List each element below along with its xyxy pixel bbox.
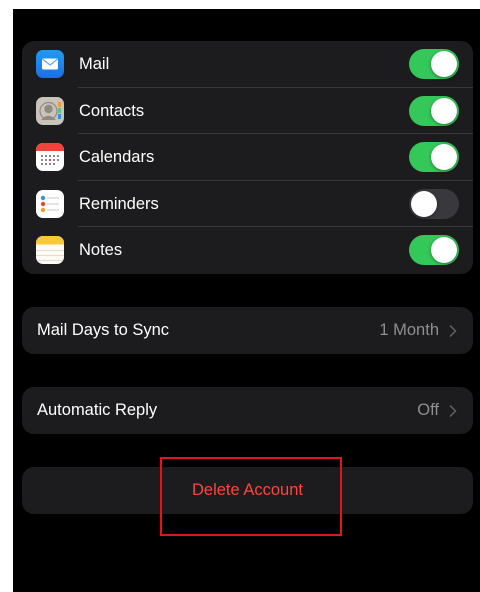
sync-value: 1 Month [379,321,439,339]
service-row-mail: Mail [22,41,473,88]
notes-toggle[interactable] [409,235,459,266]
service-label-mail: Mail [79,55,110,73]
toggle-knob [431,237,457,264]
services-group: Mail Contacts Calendars Reminders Notes [22,41,473,274]
settings-screen: Mail Contacts Calendars Reminders Notes … [13,9,480,592]
mail-toggle[interactable] [409,49,459,79]
service-label-notes: Notes [79,241,123,260]
delete-account-group: Delete Account [22,467,473,514]
mail-days-to-sync-row[interactable]: Mail Days to Sync 1 Month [22,307,473,354]
chevron-right-icon [449,325,457,337]
reminders-icon [36,189,64,218]
toggle-knob [411,190,437,217]
calendars-toggle[interactable] [409,142,459,173]
chevron-right-icon [449,405,457,417]
automatic-reply-row[interactable]: Automatic Reply Off [22,387,473,434]
service-row-reminders: Reminders [22,181,473,228]
reply-value: Off [417,401,439,419]
calendar-icon [36,143,64,172]
toggle-knob [431,51,457,77]
notes-icon [36,236,64,265]
mail-icon [36,50,64,78]
service-label-calendars: Calendars [79,148,155,167]
delete-account-button[interactable]: Delete Account [22,467,473,514]
reminders-toggle[interactable] [409,188,459,219]
service-row-notes: Notes [22,227,473,274]
sync-label: Mail Days to Sync [37,321,170,339]
toggle-knob [431,144,457,171]
service-row-calendars: Calendars [22,134,473,181]
service-row-contacts: Contacts [22,88,473,135]
contacts-toggle[interactable] [409,95,459,126]
reply-label: Automatic Reply [37,401,158,419]
toggle-knob [431,97,457,124]
service-label-reminders: Reminders [79,194,159,213]
service-label-contacts: Contacts [79,101,145,120]
contacts-icon [36,96,64,125]
